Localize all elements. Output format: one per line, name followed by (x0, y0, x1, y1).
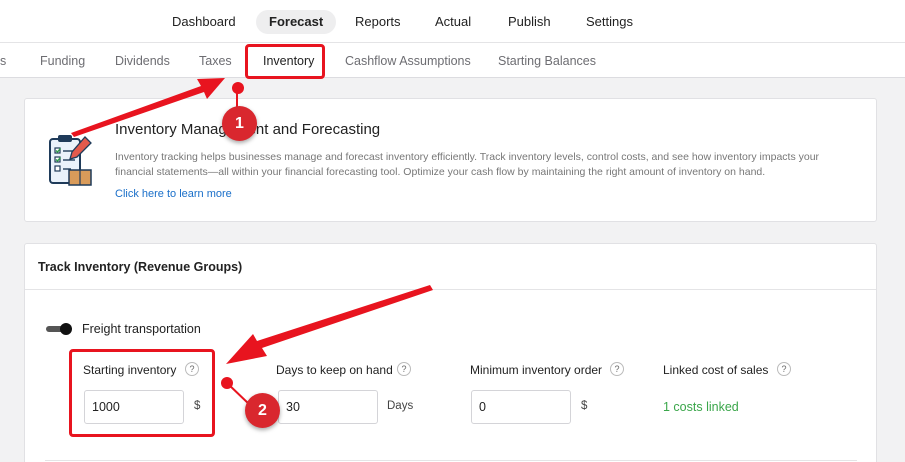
step-badge-1: 1 (222, 106, 257, 141)
annotation-dot-1 (232, 82, 244, 94)
learn-more-link[interactable]: Click here to learn more (115, 188, 232, 200)
minimum-order-help-icon[interactable]: ? (610, 362, 624, 376)
intro-description: Inventory tracking helps businesses mana… (115, 151, 820, 178)
tab-cashflow-assumptions[interactable]: Cashflow Assumptions (345, 54, 471, 68)
nav-actual[interactable]: Actual (435, 10, 471, 34)
nav-publish[interactable]: Publish (508, 10, 551, 34)
days-on-hand-label: Days to keep on hand (276, 363, 393, 377)
days-on-hand-help-icon[interactable]: ? (397, 362, 411, 376)
forecast-tabs: s Funding Dividends Taxes Inventory Cash… (0, 43, 905, 78)
tab-truncated[interactable]: s (0, 54, 6, 68)
linked-cost-help-icon[interactable]: ? (777, 362, 791, 376)
revenue-group-name: Freight transportation (82, 322, 201, 336)
inventory-tab-highlight (245, 44, 325, 79)
step-badge-2: 2 (245, 393, 280, 428)
linked-cost-label: Linked cost of sales (663, 363, 769, 377)
minimum-order-input[interactable]: 0 (471, 390, 571, 424)
minimum-order-unit: $ (581, 400, 588, 412)
top-navigation: Dashboard Forecast Reports Actual Publis… (0, 0, 905, 43)
nav-settings[interactable]: Settings (586, 10, 633, 34)
clipboard-inventory-icon (49, 135, 92, 186)
minimum-order-label: Minimum inventory order (470, 363, 603, 377)
nav-reports[interactable]: Reports (355, 10, 401, 34)
nav-forecast[interactable]: Forecast (256, 10, 337, 34)
tab-starting-balances[interactable]: Starting Balances (498, 54, 596, 68)
days-on-hand-unit: Days (387, 400, 414, 412)
track-inventory-title: Track Inventory (Revenue Groups) (25, 244, 876, 290)
divider (45, 460, 857, 461)
linked-costs-link[interactable]: 1 costs linked (663, 400, 739, 414)
nav-dashboard[interactable]: Dashboard (172, 10, 236, 34)
tab-dividends[interactable]: Dividends (115, 54, 170, 68)
days-on-hand-input[interactable]: 30 (278, 390, 378, 424)
inventory-intro-card: Inventory Management and Forecasting Inv… (24, 98, 877, 222)
group-toggle[interactable] (46, 323, 73, 335)
annotation-dot-2 (221, 377, 233, 389)
tab-funding[interactable]: Funding (40, 54, 85, 68)
starting-inventory-highlight (69, 349, 215, 437)
tab-taxes[interactable]: Taxes (199, 54, 232, 68)
